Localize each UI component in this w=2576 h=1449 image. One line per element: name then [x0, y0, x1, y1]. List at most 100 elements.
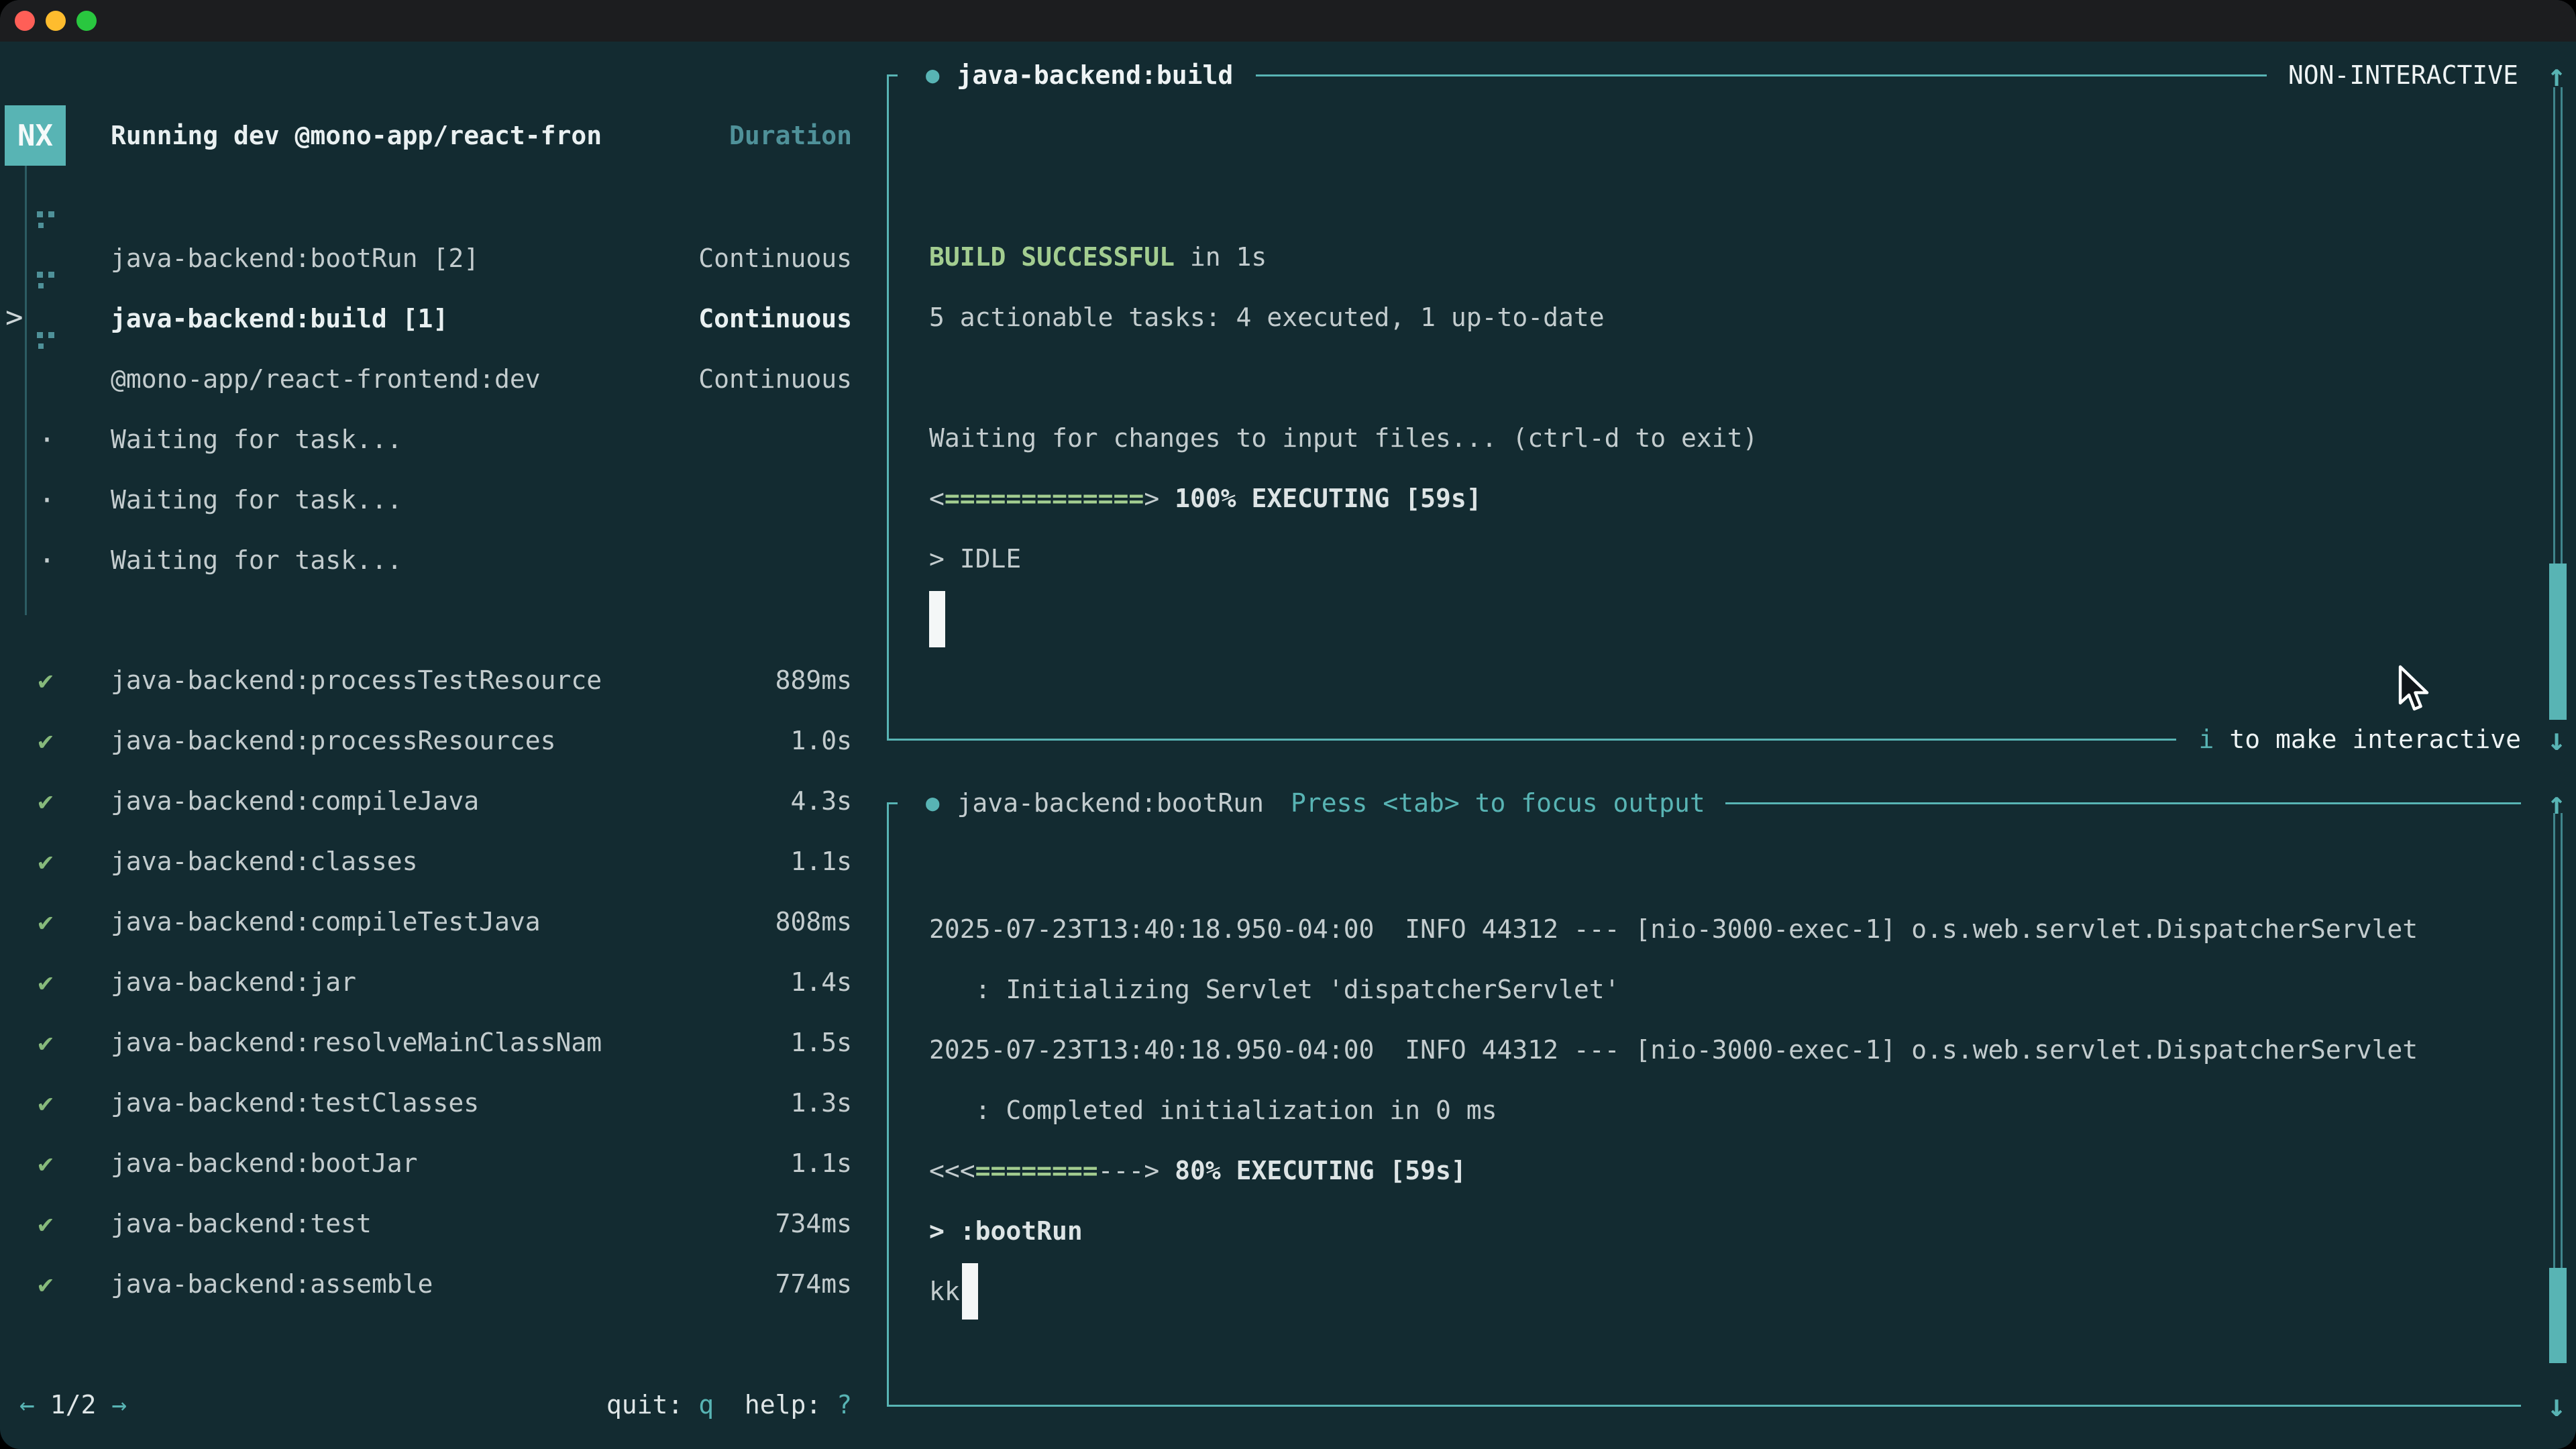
task-duration: 808ms — [775, 907, 852, 936]
spinner-icon — [37, 272, 57, 290]
bootrun-output: 2025-07-23T13:40:18.950-04:00 INFO 44312… — [929, 899, 2418, 1322]
task-row-running-selected[interactable]: > java-backend:build [1] Continuous — [0, 288, 887, 349]
task-row-completed[interactable]: ✔ java-backend:compileJava 4.3s — [0, 771, 887, 831]
mouse-cursor — [2396, 664, 2434, 715]
task-list-footer: ← 1/2 → quit: q help: ? — [0, 1375, 887, 1435]
footer-rule — [887, 1405, 2521, 1407]
task-label: java-backend:assemble — [111, 1269, 433, 1299]
task-label: java-backend:test — [111, 1209, 372, 1238]
build-scrollbar-thumb[interactable] — [2549, 564, 2567, 720]
bootrun-panel-title: java-backend:bootRun — [957, 788, 1264, 818]
task-label: Waiting for task... — [111, 485, 402, 515]
border-stub — [887, 74, 898, 76]
task-label: java-backend:processTestResource — [111, 665, 602, 695]
bootrun-scrollbar-track[interactable] — [2553, 813, 2563, 1309]
task-duration: 1.0s — [790, 726, 852, 755]
build-scrollbar-track[interactable] — [2553, 87, 2563, 605]
task-label: Waiting for task... — [111, 425, 402, 454]
completed-task-list: ✔ java-backend:processTestResource 889ms… — [0, 650, 887, 1314]
task-label: java-backend:jar — [111, 967, 356, 997]
task-bullet-icon: ● — [926, 790, 939, 816]
task-row-completed[interactable]: ✔ java-backend:assemble 774ms — [0, 1254, 887, 1314]
build-panel-footer: i to make interactive ↓ — [887, 709, 2576, 769]
task-label: java-backend:testClasses — [111, 1088, 479, 1118]
help-bar: quit: q help: ? — [606, 1390, 852, 1419]
output-panels: ● java-backend:build NON-INTERACTIVE ↑ B… — [887, 42, 2576, 1449]
bootrun-panel-border — [887, 803, 889, 1405]
task-duration: Continuous — [698, 244, 852, 273]
task-row-completed[interactable]: ✔ java-backend:processResources 1.0s — [0, 710, 887, 771]
page-left-arrow[interactable]: ← — [19, 1390, 35, 1419]
check-icon: ✔ — [34, 1209, 58, 1238]
task-row-completed[interactable]: ✔ java-backend:classes 1.1s — [0, 831, 887, 892]
task-row-waiting[interactable]: · Waiting for task... — [0, 470, 887, 530]
task-duration: 1.1s — [790, 847, 852, 876]
log-line: 2025-07-23T13:40:18.950-04:00 INFO 44312… — [929, 1020, 2418, 1080]
task-row-waiting[interactable]: · Waiting for task... — [0, 409, 887, 470]
check-icon: ✔ — [34, 726, 58, 755]
build-panel-title: java-backend:build — [957, 60, 1233, 90]
task-label: java-backend:resolveMainClassNam — [111, 1028, 602, 1057]
build-tasks-line: 5 actionable tasks: 4 executed, 1 up-to-… — [929, 287, 1758, 347]
task-row-completed[interactable]: ✔ java-backend:bootJar 1.1s — [0, 1133, 887, 1193]
task-duration: 1.4s — [790, 967, 852, 997]
task-row-completed[interactable]: ✔ java-backend:compileTestJava 808ms — [0, 892, 887, 952]
task-label: @mono-app/react-frontend:dev — [111, 364, 541, 394]
progress-bar: ======== — [975, 1156, 1098, 1185]
task-row-running[interactable]: @mono-app/react-frontend:dev Continuous — [0, 349, 887, 409]
task-duration: 1.3s — [790, 1088, 852, 1118]
close-button[interactable] — [15, 11, 35, 31]
task-duration: 4.3s — [790, 786, 852, 816]
bootrun-scrollbar-thumb[interactable] — [2549, 1268, 2567, 1363]
bootrun-panel-header[interactable]: ● java-backend:bootRun Press <tab> to fo… — [887, 773, 2576, 833]
terminal-window: NX Running dev @mono-app/react-fron Dura… — [0, 0, 2576, 1449]
task-label: Waiting for task... — [111, 545, 402, 575]
build-panel-border — [887, 75, 889, 739]
bootrun-input-line[interactable]: kk — [929, 1261, 2418, 1322]
bootrun-log: 2025-07-23T13:40:18.950-04:00 INFO 44312… — [929, 899, 2418, 1140]
minimize-button[interactable] — [46, 11, 66, 31]
duration-column-header: Duration — [729, 121, 852, 150]
blank-line — [929, 347, 1758, 408]
task-row-running[interactable]: java-backend:bootRun [2] Continuous — [0, 228, 887, 288]
nx-tui: NX Running dev @mono-app/react-fron Dura… — [0, 42, 2576, 1449]
interactive-key-hint: i — [2199, 724, 2214, 754]
task-row-completed[interactable]: ✔ java-backend:resolveMainClassNam 1.5s — [0, 1012, 887, 1073]
waiting-dot-icon: · — [37, 484, 57, 517]
pagination: ← 1/2 → — [19, 1390, 127, 1419]
titlebar — [0, 0, 2576, 42]
task-row-completed[interactable]: ✔ java-backend:test 734ms — [0, 1193, 887, 1254]
waiting-task-list: · Waiting for task... · Waiting for task… — [0, 409, 887, 590]
interactive-hint-text: to make interactive — [2214, 724, 2521, 754]
border-stub — [887, 802, 898, 804]
bootrun-task-line: > :bootRun — [929, 1201, 2418, 1261]
build-success-line: BUILD SUCCESSFUL in 1s — [929, 227, 1758, 287]
task-row-waiting[interactable]: · Waiting for task... — [0, 530, 887, 590]
build-waiting-line: Waiting for changes to input files... (c… — [929, 408, 1758, 468]
quit-key-hint: q — [698, 1390, 714, 1419]
terminal-cursor — [962, 1263, 978, 1320]
footer-rule — [887, 739, 2176, 741]
help-key-hint: ? — [837, 1390, 852, 1419]
check-icon: ✔ — [34, 847, 58, 876]
selection-arrow-icon: > — [5, 300, 23, 334]
task-label: java-backend:bootRun [2] — [111, 244, 479, 273]
task-row-completed[interactable]: ✔ java-backend:jar 1.4s — [0, 952, 887, 1012]
task-list-panel: NX Running dev @mono-app/react-fron Dura… — [0, 42, 887, 1449]
scroll-down-icon[interactable]: ↓ — [2541, 1387, 2572, 1424]
build-panel-header[interactable]: ● java-backend:build NON-INTERACTIVE ↑ — [887, 45, 2576, 105]
header-rule — [1256, 74, 2267, 76]
maximize-button[interactable] — [76, 11, 97, 31]
scroll-down-icon[interactable]: ↓ — [2541, 721, 2572, 757]
task-row-completed[interactable]: ✔ java-backend:testClasses 1.3s — [0, 1073, 887, 1133]
check-icon: ✔ — [34, 665, 58, 695]
page-right-arrow[interactable]: → — [111, 1390, 127, 1419]
spinner-icon — [37, 211, 57, 230]
task-row-completed[interactable]: ✔ java-backend:processTestResource 889ms — [0, 650, 887, 710]
task-label: java-backend:compileTestJava — [111, 907, 541, 936]
build-cursor-line — [929, 589, 1758, 649]
bootrun-progress-line: <<<========---> 80% EXECUTING [59s] — [929, 1140, 2418, 1201]
focus-output-hint: Press <tab> to focus output — [1291, 788, 1705, 818]
check-icon: ✔ — [34, 1269, 58, 1299]
task-duration: 774ms — [775, 1269, 852, 1299]
